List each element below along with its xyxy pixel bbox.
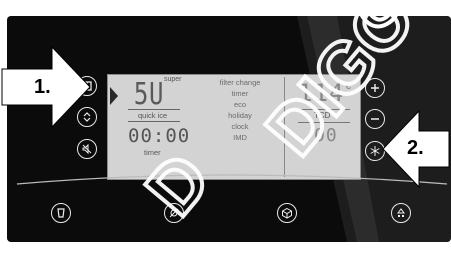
watermark: DIGO D CO [129, 0, 447, 232]
svg-text:D: D [131, 139, 226, 230]
